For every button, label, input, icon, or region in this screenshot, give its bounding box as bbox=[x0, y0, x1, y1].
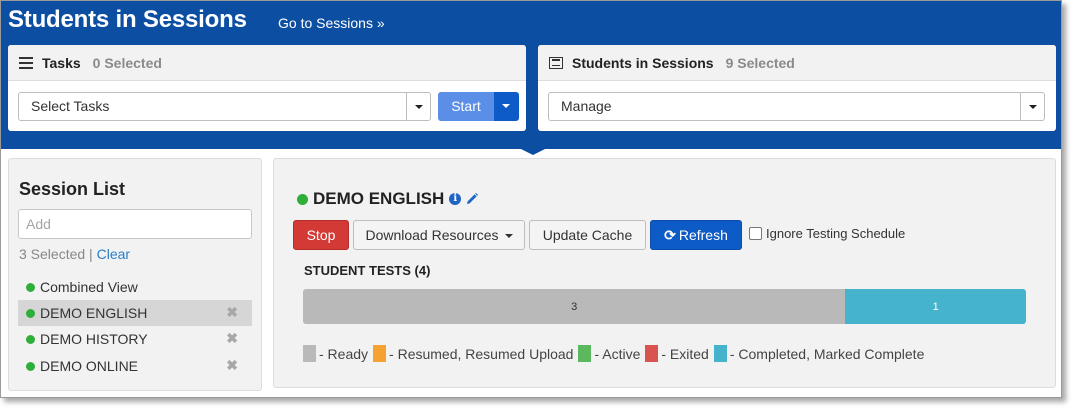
student-tests-heading: STUDENT TESTS (4) bbox=[304, 263, 431, 278]
refresh-icon: ⟳ bbox=[664, 227, 676, 243]
legend-item: - Active bbox=[578, 345, 640, 362]
chevron-down-icon bbox=[1029, 105, 1037, 109]
remove-icon[interactable]: ✖ bbox=[226, 304, 238, 321]
update-cache-button[interactable]: Update Cache bbox=[529, 220, 646, 250]
ignore-schedule-checkbox[interactable] bbox=[749, 227, 762, 240]
app-window: Students in Sessions Go to Sessions » Ta… bbox=[0, 0, 1062, 398]
selected-count: 3 Selected bbox=[19, 246, 86, 262]
separator: | bbox=[85, 246, 97, 262]
select-tasks-value: Select Tasks bbox=[31, 98, 110, 114]
status-dot bbox=[26, 334, 35, 344]
student-tests-progress-bar: 31 bbox=[303, 289, 1026, 324]
info-icon[interactable]: i bbox=[449, 193, 462, 205]
header-pointer bbox=[519, 148, 547, 155]
legend-swatch bbox=[713, 345, 727, 362]
legend-label: - Ready bbox=[319, 345, 369, 362]
legend-item: - Resumed, Resumed Upload bbox=[373, 345, 573, 362]
session-list-panel: Session List 3 Selected | Clear Combined… bbox=[8, 158, 262, 391]
tasks-card-header: Tasks 0 Selected bbox=[8, 45, 526, 81]
tasks-selected-count: 0 Selected bbox=[92, 54, 162, 71]
session-status-dot bbox=[297, 193, 308, 205]
legend-label: - Completed, Marked Complete bbox=[729, 345, 925, 362]
students-card-title: Students in Sessions bbox=[572, 54, 714, 71]
ignore-schedule-label[interactable]: Ignore Testing Schedule bbox=[766, 226, 905, 241]
legend-item: - Completed, Marked Complete bbox=[713, 345, 925, 362]
status-dot bbox=[26, 282, 35, 292]
add-session-input[interactable] bbox=[18, 209, 252, 239]
selected-summary: 3 Selected | Clear bbox=[19, 246, 130, 262]
go-to-sessions-link[interactable]: Go to Sessions » bbox=[278, 15, 385, 31]
caret-down-icon bbox=[502, 104, 510, 108]
session-item-demo-history[interactable]: DEMO HISTORY ✖ bbox=[18, 326, 252, 352]
stop-button[interactable]: Stop bbox=[293, 220, 349, 250]
pencil-icon[interactable] bbox=[465, 192, 479, 206]
progress-segment-ready: 3 bbox=[303, 289, 846, 324]
status-dot bbox=[26, 361, 35, 371]
select-tasks-dropdown[interactable]: Select Tasks bbox=[18, 92, 431, 121]
status-dot bbox=[26, 308, 35, 318]
session-item-label: DEMO ENGLISH bbox=[40, 305, 148, 321]
download-resources-label: Download Resources bbox=[365, 227, 499, 243]
tasks-title: Tasks bbox=[42, 54, 81, 71]
legend-label: - Active bbox=[594, 345, 641, 362]
session-title: DEMO ENGLISH bbox=[313, 189, 445, 208]
list-icon bbox=[549, 56, 563, 69]
caret-down-icon bbox=[504, 234, 513, 239]
students-card-header: Students in Sessions 9 Selected bbox=[538, 45, 1056, 81]
chevron-down-icon bbox=[415, 105, 423, 109]
session-detail-panel: DEMO ENGLISH i Stop Download Resources U… bbox=[273, 158, 1056, 388]
header-bar: Students in Sessions Go to Sessions » Ta… bbox=[1, 1, 1061, 149]
select-tasks-caret[interactable] bbox=[406, 93, 430, 120]
session-item-demo-online[interactable]: DEMO ONLINE ✖ bbox=[18, 353, 252, 379]
legend-swatch bbox=[303, 345, 316, 362]
legend-swatch bbox=[578, 345, 592, 362]
session-item-combined-view[interactable]: Combined View bbox=[18, 274, 252, 300]
session-item-label: DEMO ONLINE bbox=[40, 358, 139, 374]
download-resources-button[interactable]: Download Resources bbox=[353, 220, 525, 250]
session-item-label: Combined View bbox=[40, 279, 138, 295]
clear-link[interactable]: Clear bbox=[97, 246, 130, 262]
start-options-button[interactable] bbox=[494, 92, 519, 121]
legend-swatch bbox=[373, 345, 387, 362]
session-item-label: DEMO HISTORY bbox=[40, 331, 148, 347]
page-title: Students in Sessions bbox=[8, 6, 247, 33]
status-legend: - Ready - Resumed, Resumed Upload - Active… bbox=[303, 345, 929, 362]
session-item-demo-english[interactable]: DEMO ENGLISH ✖ bbox=[18, 300, 252, 326]
progress-segment-completed: 1 bbox=[845, 289, 1026, 324]
manage-dropdown-caret[interactable] bbox=[1020, 93, 1044, 120]
legend-item: - Exited bbox=[645, 345, 709, 362]
manage-dropdown[interactable]: Manage bbox=[548, 92, 1045, 121]
remove-icon[interactable]: ✖ bbox=[226, 330, 238, 347]
refresh-button[interactable]: ⟳ Refresh bbox=[650, 220, 742, 250]
tasks-icon bbox=[19, 56, 33, 69]
refresh-label: Refresh bbox=[678, 227, 728, 243]
legend-swatch bbox=[645, 345, 659, 362]
legend-item: - Ready bbox=[303, 345, 368, 362]
session-list-title: Session List bbox=[19, 179, 126, 199]
legend-label: - Exited bbox=[661, 345, 709, 362]
manage-dropdown-value: Manage bbox=[561, 98, 612, 114]
students-selected-count: 9 Selected bbox=[725, 54, 795, 71]
start-button[interactable]: Start bbox=[438, 92, 494, 121]
legend-label: - Resumed, Resumed Upload bbox=[389, 345, 574, 362]
session-header: DEMO ENGLISH i bbox=[297, 189, 479, 209]
remove-icon[interactable]: ✖ bbox=[226, 357, 238, 374]
